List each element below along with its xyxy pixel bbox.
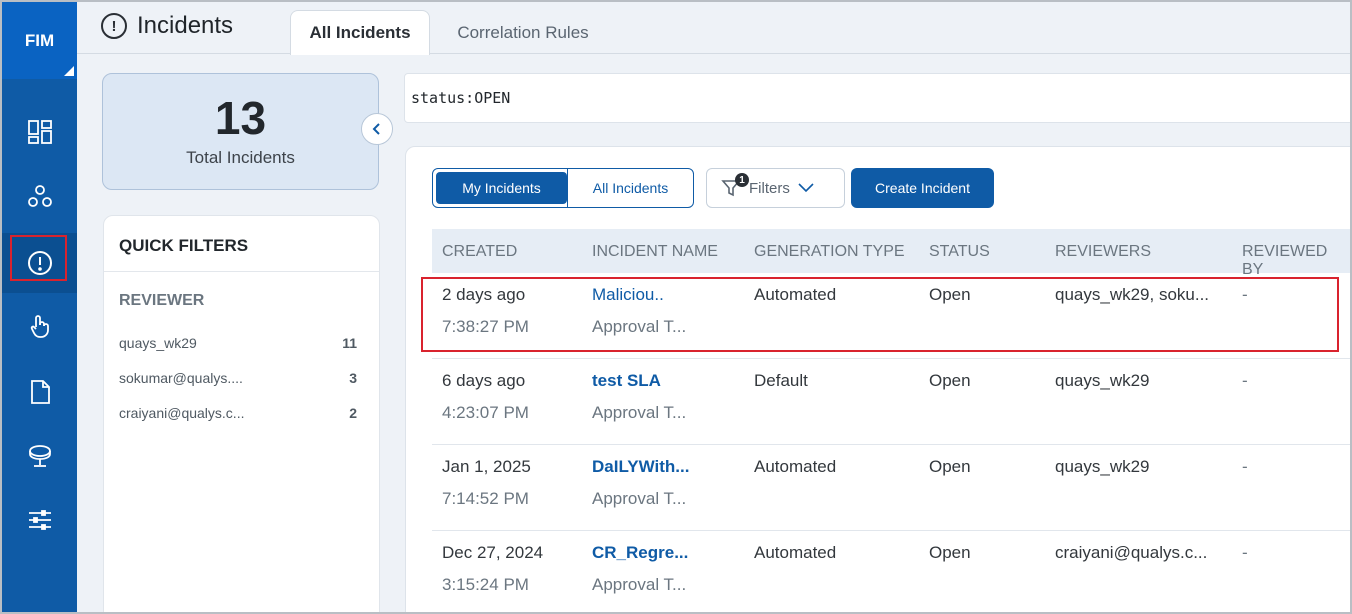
generation-type: Automated bbox=[754, 457, 837, 476]
quick-filters-panel: QUICK FILTERS REVIEWER quays_wk29 11 sok… bbox=[103, 215, 380, 614]
my-incidents-button[interactable]: My Incidents bbox=[436, 172, 567, 204]
reviewed-by: - bbox=[1242, 457, 1248, 476]
filter-count-badge: 1 bbox=[735, 173, 749, 187]
created-time: 4:23:07 PM bbox=[442, 403, 529, 422]
column-header-status[interactable]: STATUS bbox=[929, 243, 990, 261]
created-time: 7:14:52 PM bbox=[442, 489, 529, 508]
incident-name-link[interactable]: test SLA bbox=[592, 371, 661, 391]
chevron-down-icon bbox=[798, 183, 814, 193]
active-highlight-box bbox=[10, 235, 67, 281]
create-incident-button[interactable]: Create Incident bbox=[851, 168, 994, 208]
filters-label: Filters bbox=[749, 179, 790, 197]
incident-name-link[interactable]: DaILYWith... bbox=[592, 457, 689, 477]
reviewers: quays_wk29 bbox=[1055, 371, 1150, 390]
sidebar: FIM bbox=[2, 2, 77, 612]
incident-subtitle: Approval T... bbox=[592, 489, 687, 508]
search-input[interactable]: status:OPEN bbox=[404, 73, 1352, 123]
table-header: CREATED INCIDENT NAME GENERATION TYPE ST… bbox=[432, 229, 1351, 278]
generation-type: Automated bbox=[754, 543, 837, 562]
incident-scope-toggle: My Incidents All Incidents bbox=[432, 168, 694, 208]
sidebar-item-configuration[interactable] bbox=[2, 490, 77, 550]
all-incidents-button[interactable]: All Incidents bbox=[567, 169, 693, 207]
highlighted-row-box bbox=[421, 277, 1339, 352]
reviewer-name: sokumar@qualys.... bbox=[119, 369, 243, 386]
status: Open bbox=[929, 457, 971, 476]
total-incidents-label: Total Incidents bbox=[186, 148, 295, 167]
reviewer-name: craiyani@qualys.c... bbox=[119, 404, 245, 421]
reviewer-count: 11 bbox=[342, 334, 357, 351]
reviewer-filter-item[interactable]: quays_wk29 11 bbox=[104, 325, 379, 360]
reviewer-name: quays_wk29 bbox=[119, 334, 197, 351]
column-header-reviewers[interactable]: REVIEWERS bbox=[1055, 243, 1151, 261]
brand-label: FIM bbox=[24, 30, 55, 50]
filters-button[interactable]: 1 Filters bbox=[706, 168, 845, 208]
total-incidents-count: 13 bbox=[214, 92, 267, 144]
reviewer-section-title: REVIEWER bbox=[119, 292, 205, 309]
sidebar-item-documents[interactable] bbox=[2, 362, 77, 422]
tab-all-incidents[interactable]: All Incidents bbox=[290, 10, 430, 55]
sidebar-item-assets[interactable] bbox=[2, 166, 77, 226]
incident-alert-icon: ! bbox=[101, 13, 127, 39]
status: Open bbox=[929, 543, 971, 562]
app-brand[interactable]: FIM bbox=[2, 2, 77, 79]
status: Open bbox=[929, 371, 971, 390]
collapse-panel-button[interactable] bbox=[361, 113, 393, 145]
column-header-incident-name[interactable]: INCIDENT NAME bbox=[592, 243, 718, 261]
sidebar-item-sensor[interactable] bbox=[2, 426, 77, 486]
created-date: Jan 1, 2025 bbox=[442, 457, 531, 476]
incident-name-link[interactable]: CR_Regre... bbox=[592, 543, 688, 563]
reviewer-filter-item[interactable]: craiyani@qualys.c... 2 bbox=[104, 395, 379, 430]
reviewer-count: 2 bbox=[349, 404, 357, 421]
dashboard-icon bbox=[27, 120, 52, 144]
assets-icon bbox=[27, 185, 52, 207]
page-header: ! Incidents All Incidents Correlation Ru… bbox=[77, 2, 1350, 55]
chevron-left-icon bbox=[372, 123, 380, 135]
brand-menu-corner-icon bbox=[64, 66, 74, 76]
reviewed-by: - bbox=[1242, 371, 1248, 390]
incident-subtitle: Approval T... bbox=[592, 575, 687, 594]
sidebar-item-dashboard[interactable] bbox=[2, 102, 77, 162]
created-date: 6 days ago bbox=[442, 371, 526, 390]
created-time: 3:15:24 PM bbox=[442, 575, 529, 594]
table-row[interactable]: Jan 1, 2025 7:14:52 PM DaILYWith... Appr… bbox=[432, 445, 1351, 531]
reviewer-filter-item[interactable]: sokumar@qualys.... 3 bbox=[104, 360, 379, 395]
table-row[interactable]: Dec 27, 2024 3:15:24 PM CR_Regre... Appr… bbox=[432, 531, 1351, 613]
sensor-icon bbox=[28, 445, 51, 467]
touch-icon bbox=[30, 315, 49, 338]
document-icon bbox=[30, 380, 50, 404]
reviewers: craiyani@qualys.c... bbox=[1055, 543, 1208, 562]
created-date: Dec 27, 2024 bbox=[442, 543, 544, 562]
page-title: Incidents bbox=[137, 12, 234, 39]
quick-filters-title: QUICK FILTERS bbox=[104, 216, 379, 272]
total-incidents-card: 13 Total Incidents bbox=[102, 73, 379, 190]
tab-correlation-rules[interactable]: Correlation Rules bbox=[439, 10, 607, 55]
incidents-panel: My Incidents All Incidents 1 Filters Cre… bbox=[405, 146, 1352, 614]
column-header-generation-type[interactable]: GENERATION TYPE bbox=[754, 243, 905, 261]
settings-sliders-icon bbox=[28, 510, 51, 530]
sidebar-item-touch[interactable] bbox=[2, 296, 77, 356]
sidebar-item-incidents[interactable] bbox=[2, 233, 77, 293]
generation-type: Default bbox=[754, 371, 808, 390]
reviewers: quays_wk29 bbox=[1055, 457, 1150, 476]
table-row[interactable]: 6 days ago 4:23:07 PM test SLA Approval … bbox=[432, 359, 1351, 445]
reviewer-count: 3 bbox=[349, 369, 357, 386]
incident-subtitle: Approval T... bbox=[592, 403, 687, 422]
column-header-created[interactable]: CREATED bbox=[442, 243, 517, 261]
reviewed-by: - bbox=[1242, 543, 1248, 562]
page-title-group: ! Incidents bbox=[101, 12, 233, 40]
